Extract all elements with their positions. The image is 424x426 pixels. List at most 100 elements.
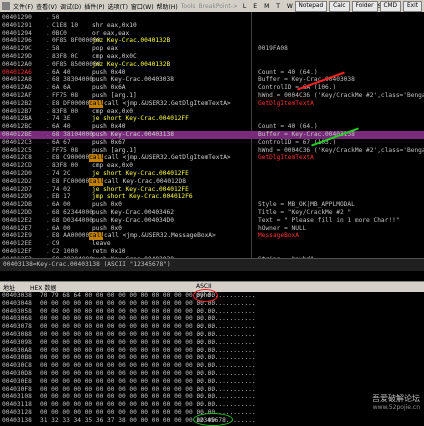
dump-row[interactable]: 00403118 00 00 00 00 00 00 00 00 00 00 00… <box>0 401 424 409</box>
disasm-row[interactable]: 0040129D. 83F8 0C cmp eax,0x0C <box>0 53 424 61</box>
disasm-row[interactable]: 004012BC. 6A 40 push 0x40 Count = 40 (64.) <box>0 123 424 131</box>
opcode-bytes: FF75 08 <box>52 146 79 154</box>
disasm-row[interactable]: 004012A6. 6A 40 push 0x40 Count = 40 (64.) <box>0 69 424 77</box>
disasm-row[interactable]: 004012D9. EB 17 jmp short Key-Crac.004012F… <box>0 193 424 201</box>
dump-row[interactable]: 004030A8 00 00 00 00 00 00 00 00 00 00 00… <box>0 347 424 355</box>
dump-hex: 00 00 00 00 00 00 00 00 00 00 00 00 00 0… <box>40 385 216 393</box>
address: 00401296 <box>2 37 32 45</box>
disasm-row[interactable]: 004012E2. 68 D0344000 push Key-Crac.004034… <box>0 217 424 225</box>
disasm-row[interactable]: 00401296. 0F85 8F000000 jnz Key-Crac.00401… <box>0 37 424 45</box>
dump-hex: 00 00 00 00 00 00 00 00 00 00 00 00 00 0… <box>40 299 216 307</box>
call-label: call <box>89 232 104 241</box>
disasm-row[interactable]: 004012CD. 83F8 00 cmp eax,0x0 <box>0 162 424 170</box>
dump-row[interactable]: 004030D8 00 00 00 00 00 00 00 00 00 00 00… <box>0 370 424 378</box>
dump-hex: 00 00 00 00 00 00 00 00 00 00 00 00 00 0… <box>40 369 216 377</box>
dump-ascii: ................ <box>196 385 256 393</box>
hex-dump-pane[interactable]: 00403038 70 79 68 64 00 00 00 00 00 00 00… <box>0 289 424 426</box>
menu-item[interactable]: 窗口(W) <box>131 2 154 11</box>
disasm-row[interactable]: 004012BA. 74 3E je short Key-Crac.004012FF <box>0 115 424 123</box>
address: 004012D0 <box>2 169 32 177</box>
toolbar-button[interactable]: M <box>262 3 271 10</box>
menu-item[interactable]: 调试(D) <box>60 2 81 11</box>
menu-item[interactable]: 插件(P) <box>84 2 104 11</box>
disasm-row[interactable]: 004012E9. E8 AA000000 call call <jmp.&USER3… <box>0 232 424 241</box>
menu-item[interactable]: 文件(F) <box>13 2 33 11</box>
disasm-row[interactable]: 004012AD.6A 6Apush 0x6AControlID = 6A (1… <box>0 84 424 92</box>
dump-col-hex[interactable]: HEX 数据 <box>30 283 56 292</box>
dump-row[interactable]: 004030E8 00 00 00 00 00 00 00 00 00 00 00… <box>0 378 424 386</box>
disasm-row[interactable]: 004012E7. 6A 00 push 0x0 hOwner = NULL <box>0 225 424 233</box>
disasm-row[interactable]: 00401291. C1E8 10 shr eax,0x10 <box>0 22 424 30</box>
disasm-row[interactable]: 004012D7. 74 02 je short Key-Crac.004012FE <box>0 186 424 194</box>
address: 004012E7 <box>2 224 32 232</box>
dump-row[interactable]: 00403068 00 00 00 00 00 00 00 00 00 00 00… <box>0 315 424 323</box>
address: 00401291 <box>2 21 32 29</box>
dump-hex: 70 79 68 64 00 00 00 00 00 00 00 00 00 0… <box>40 292 216 299</box>
toolbar-button[interactable]: W <box>285 3 295 10</box>
dump-address: 00403038 <box>2 292 32 299</box>
toolbar-button[interactable]: L <box>241 3 248 10</box>
dump-row[interactable]: 00403078 00 00 00 00 00 00 00 00 00 00 00… <box>0 323 424 331</box>
disasm-row[interactable]: 0040129C. 58 pop eax 0019FA08 <box>0 45 424 53</box>
dump-ascii: ................ <box>196 315 256 323</box>
disasm-row[interactable]: 004012AF. FF75 08 push [arg.1] hWnd = 0004C… <box>0 92 424 100</box>
menu-item[interactable]: BreakPoint-> <box>199 3 238 10</box>
dump-hex: 00 00 00 00 00 00 00 00 00 00 00 00 00 0… <box>40 401 216 409</box>
opcode-bytes: C2 1000 <box>52 247 79 255</box>
disasm-row[interactable]: 004012DB. 6A 00 push 0x0 Style = MB_OK|MB_A… <box>0 201 424 209</box>
disasm-row[interactable]: 004012C5. FF75 08 push [arg.1] hWnd = 0004C… <box>0 147 424 155</box>
instruction: push Key-Crac.00403462 <box>92 208 174 216</box>
disasm-row[interactable]: 004012B2. E8 DF000000 call call <jmp.&USER3… <box>0 99 424 108</box>
instruction: push Key-Crac.004034D0 <box>92 216 174 224</box>
address: 004012CD <box>2 162 32 170</box>
dump-address: 004030F8 <box>2 385 32 393</box>
opcode-bytes: 0F85 8F000000 <box>52 37 101 45</box>
dump-row[interactable]: 004030B8 00 00 00 00 00 00 00 00 00 00 00… <box>0 354 424 362</box>
dump-ascii: ................ <box>196 401 256 409</box>
address: 004012D9 <box>2 193 32 201</box>
toolbar-button[interactable]: E <box>251 3 259 10</box>
menu-item[interactable]: 查看(V) <box>36 2 57 11</box>
disasm-row[interactable]: 004012D0. 74 2C je short Key-Crac.004012FE <box>0 170 424 178</box>
dump-row[interactable]: 00403088 00 00 00 00 00 00 00 00 00 00 00… <box>0 331 424 339</box>
disasm-row[interactable]: 004012EE. C9 leave <box>0 240 424 248</box>
instruction: push Key-Crac.00403038 <box>92 76 174 84</box>
dump-row[interactable]: 004030F8 00 00 00 00 00 00 00 00 00 00 00… <box>0 386 424 394</box>
dump-address: 00403138 <box>2 416 32 424</box>
disassembly-pane[interactable]: 00401290. 50 00401291. C1E8 10 shr eax,0x10 0… <box>0 12 424 294</box>
dump-row[interactable]: 00403058 00 00 00 00 00 00 00 00 00 00 00… <box>0 308 424 316</box>
disasm-row[interactable]: 004012C3. 6A 67 push 0x67 ControlID = 67 (1… <box>0 139 424 147</box>
dump-address: 00403068 <box>2 315 32 323</box>
dump-hex: 00 00 00 00 00 00 00 00 00 00 00 00 00 0… <box>40 393 216 401</box>
disasm-row[interactable]: 004012B7. 83F8 00 cmp eax,0x0 <box>0 108 424 116</box>
menu-item[interactable]: Tools <box>181 3 196 10</box>
opcode-bytes: 68 38304000 <box>52 76 93 84</box>
dump-col-address[interactable]: 地址 <box>3 283 15 292</box>
disasm-row[interactable]: 004012DD. 68 62344000 push Key-Crac.004034… <box>0 209 424 217</box>
instruction: call <jmp.&USER32.GetDlgItemTextA> <box>104 99 231 107</box>
launch-button[interactable]: Calc <box>329 1 350 12</box>
launch-button[interactable]: CMD <box>379 1 402 12</box>
opcode-bytes: 83F8 0C <box>52 52 79 60</box>
disasm-row[interactable]: 00401294. 0BC0 or eax,eax <box>0 30 424 38</box>
disasm-row[interactable]: 004012A0. 0F85 85000000 jnz Key-Crac.00401… <box>0 61 424 69</box>
dump-ascii: ................ <box>196 362 256 370</box>
launch-button[interactable]: Notepad <box>294 1 328 12</box>
dump-row[interactable]: 00403098 00 00 00 00 00 00 00 00 00 00 00… <box>0 339 424 347</box>
menu-item[interactable]: 帮助(H) <box>157 2 178 11</box>
dump-row[interactable]: 004030C8 00 00 00 00 00 00 00 00 00 00 00… <box>0 362 424 370</box>
opcode-bytes: FF75 08 <box>52 91 79 99</box>
disasm-row[interactable]: 004012A8. 68 38304000 push Key-Crac.004030… <box>0 76 424 84</box>
disasm-row[interactable]: 00401290. 50 <box>0 14 424 22</box>
toolbar-button[interactable]: T <box>274 3 282 10</box>
disasm-row[interactable]: 004012EF. C2 1000 retn 0x10 <box>0 248 424 256</box>
disasm-row[interactable]: 004012D2. E8 FC000000 call call Key-Crac.00… <box>0 177 424 186</box>
menu-item[interactable]: 选项(T) <box>108 2 128 11</box>
instruction: push 0x67 <box>92 138 126 146</box>
instruction: pop eax <box>92 45 119 53</box>
disasm-row[interactable]: 004012BE. 68 38104000 push Key-Crac.004031… <box>0 130 424 139</box>
dump-row[interactable]: 00403108 00 00 00 00 00 00 00 00 00 00 00… <box>0 393 424 401</box>
launch-button[interactable]: Exit <box>403 1 422 12</box>
disasm-row[interactable]: 004012C8. E8 C9000000 call call <jmp.&USER3… <box>0 154 424 163</box>
launch-button[interactable]: Folder <box>351 1 378 12</box>
